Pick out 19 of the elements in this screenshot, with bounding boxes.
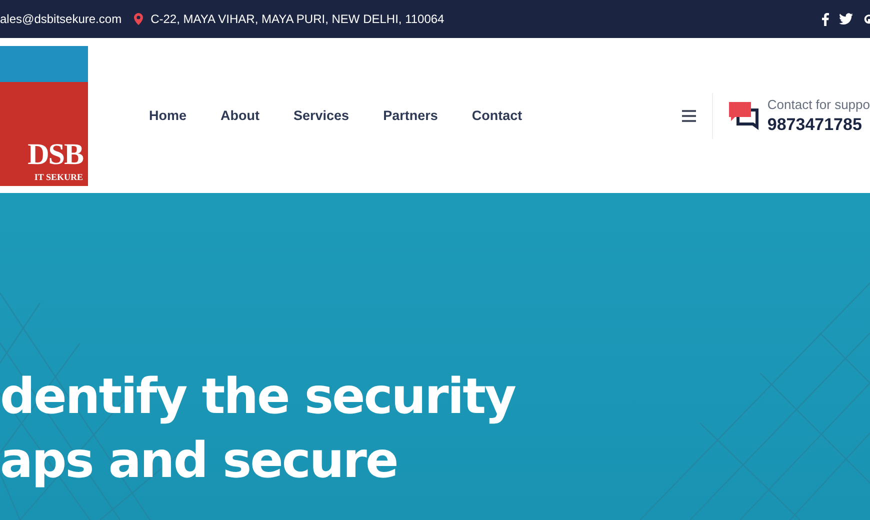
menu-icon[interactable] — [682, 110, 696, 122]
nav-link[interactable]: Services — [276, 108, 366, 123]
chat-bubbles-icon — [729, 102, 760, 130]
hero-heading-line: aps and secure — [0, 431, 398, 491]
nav-link[interactable]: Partners — [366, 108, 455, 123]
twitter-icon[interactable] — [839, 13, 853, 25]
google-icon[interactable] — [863, 13, 870, 25]
logo-subtitle: IT SEKURE — [34, 172, 83, 182]
email-text[interactable]: ales@dsbitsekure.com — [0, 12, 122, 26]
hero-heading-line: dentify the security — [0, 367, 515, 427]
phone-number[interactable]: 9873471785 — [767, 114, 870, 134]
contact-label: Contact for suppo — [767, 96, 870, 112]
nav-link[interactable]: Home — [132, 108, 204, 123]
facebook-icon[interactable] — [822, 12, 829, 26]
nav-link[interactable]: Contact — [454, 108, 540, 123]
location-pin-icon — [134, 13, 143, 25]
nav-link[interactable]: About — [204, 108, 276, 123]
address-text: C-22, MAYA VIHAR, MAYA PURI, NEW DELHI, 110064 — [150, 12, 444, 26]
logo-title: DSB — [28, 140, 83, 170]
